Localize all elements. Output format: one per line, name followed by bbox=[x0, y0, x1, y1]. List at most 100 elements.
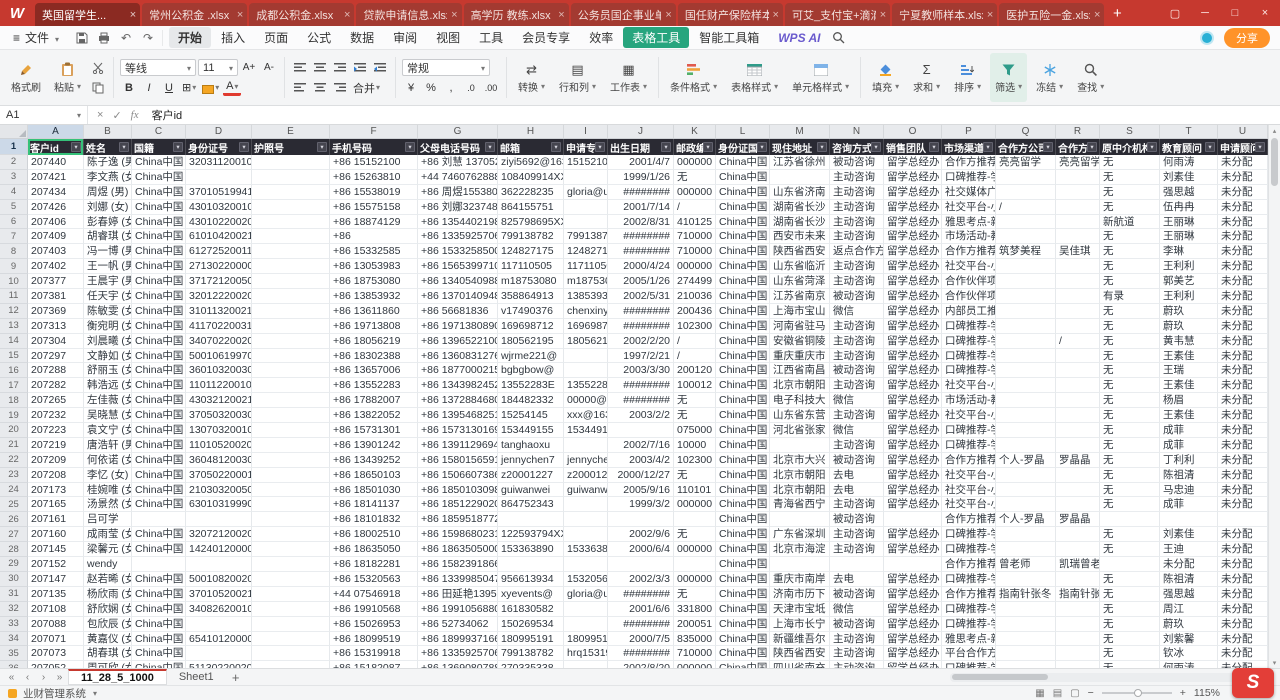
cell[interactable] bbox=[564, 661, 608, 668]
cell[interactable]: 430102200208315525 bbox=[186, 215, 252, 230]
cell[interactable] bbox=[186, 512, 252, 527]
cell[interactable]: 刘娜 (女) bbox=[84, 200, 132, 215]
cell[interactable]: 山东省济南 bbox=[770, 185, 830, 200]
cell[interactable]: 合作方推荐 bbox=[942, 587, 996, 602]
cell[interactable]: China中国 bbox=[716, 304, 770, 319]
cell[interactable]: China中国 bbox=[716, 215, 770, 230]
cell[interactable]: 北京市大兴 bbox=[770, 453, 830, 468]
cell[interactable]: tanghaoxu bbox=[498, 438, 564, 453]
cell[interactable]: / bbox=[674, 349, 716, 364]
cell[interactable]: 207073 bbox=[28, 646, 84, 661]
cell[interactable] bbox=[252, 319, 330, 334]
cell[interactable] bbox=[996, 185, 1056, 200]
freeze-button[interactable]: 冻结 bbox=[1031, 53, 1068, 102]
cell[interactable]: 四川省南充 bbox=[770, 661, 830, 668]
cell[interactable]: 蔚玖 bbox=[1160, 617, 1218, 632]
cell[interactable]: 李琳 bbox=[1160, 244, 1218, 259]
cell[interactable]: 799138782 bbox=[498, 229, 564, 244]
column-header-O[interactable]: O bbox=[884, 125, 942, 138]
cell[interactable]: China中国 bbox=[132, 646, 186, 661]
cell[interactable]: jennychen7 bbox=[564, 453, 608, 468]
cell[interactable]: China中国 bbox=[132, 483, 186, 498]
cell[interactable]: 微信 bbox=[830, 602, 884, 617]
cell[interactable] bbox=[1160, 512, 1218, 527]
cell[interactable]: 207088 bbox=[28, 617, 84, 632]
cell[interactable] bbox=[564, 363, 608, 378]
vertical-scroll-track[interactable] bbox=[1269, 136, 1280, 657]
cell[interactable]: 主动咨询 bbox=[830, 319, 884, 334]
cell[interactable]: +86 15182087 bbox=[330, 661, 418, 668]
cell[interactable]: 835000 bbox=[674, 632, 716, 647]
cell[interactable]: 留学总经办 bbox=[884, 274, 942, 289]
cell[interactable]: 王素佳 bbox=[1160, 349, 1218, 364]
cell[interactable]: +86 17882007 bbox=[330, 393, 418, 408]
cell[interactable]: 799138782 bbox=[498, 646, 564, 661]
cell[interactable]: 周煜 (男) bbox=[84, 185, 132, 200]
column-header-B[interactable]: B bbox=[84, 125, 132, 138]
tab-公式[interactable]: 公式 bbox=[298, 27, 340, 48]
cell[interactable]: 000000 bbox=[674, 185, 716, 200]
row-number[interactable]: 8 bbox=[0, 244, 28, 259]
cell[interactable]: 被动咨询 bbox=[830, 155, 884, 170]
cell[interactable]: 未分配 bbox=[1218, 527, 1268, 542]
cell[interactable]: +86 1372884680 bbox=[418, 393, 498, 408]
cell[interactable]: 郭美艺 bbox=[1160, 274, 1218, 289]
cell[interactable]: 合作方推荐 bbox=[942, 557, 996, 572]
cell[interactable] bbox=[996, 527, 1056, 542]
filter-dropdown-button[interactable]: ▾ bbox=[595, 142, 605, 152]
cell[interactable] bbox=[674, 512, 716, 527]
file-tab[interactable]: 成都公积金.xlsx× bbox=[249, 3, 354, 26]
cell[interactable]: 110101 bbox=[674, 483, 716, 498]
cell[interactable]: 无 bbox=[1100, 393, 1160, 408]
cell[interactable]: 000000 bbox=[674, 155, 716, 170]
cell[interactable]: 15254145 bbox=[498, 408, 564, 423]
cell[interactable]: 陕西省西安 bbox=[770, 244, 830, 259]
cell[interactable]: 合作方推荐 bbox=[942, 155, 996, 170]
close-tab-icon[interactable]: × bbox=[344, 9, 350, 21]
cell[interactable]: 未分配 bbox=[1218, 170, 1268, 185]
prev-sheet-icon[interactable]: ‹ bbox=[20, 669, 35, 685]
cell[interactable]: 207369 bbox=[28, 304, 84, 319]
row-number[interactable]: 7 bbox=[0, 229, 28, 244]
cell[interactable]: +86 15026953 bbox=[330, 617, 418, 632]
header-cell[interactable]: 原中介机构▾ bbox=[1100, 139, 1160, 155]
cell[interactable]: / bbox=[674, 200, 716, 215]
cell[interactable] bbox=[1056, 304, 1100, 319]
cell[interactable] bbox=[996, 393, 1056, 408]
cell[interactable]: 2000/12/27 bbox=[608, 468, 674, 483]
cell[interactable] bbox=[252, 468, 330, 483]
cell[interactable]: ######## bbox=[608, 185, 674, 200]
cell[interactable]: 153449155 bbox=[498, 423, 564, 438]
cell[interactable]: +86 18182281 bbox=[330, 557, 418, 572]
redo-icon[interactable]: ↷ bbox=[140, 30, 156, 46]
cell[interactable] bbox=[1100, 512, 1160, 527]
cell[interactable] bbox=[996, 259, 1056, 274]
cell[interactable] bbox=[564, 512, 608, 527]
filter-dropdown-button[interactable]: ▾ bbox=[71, 142, 81, 152]
filter-dropdown-button[interactable]: ▾ bbox=[757, 142, 767, 152]
cell[interactable] bbox=[1056, 661, 1100, 668]
cell[interactable]: 口碑推荐-学 bbox=[942, 661, 996, 668]
cell[interactable]: 207173 bbox=[28, 483, 84, 498]
cell[interactable]: 任天宇 (女 bbox=[84, 289, 132, 304]
cell[interactable]: 强思越 bbox=[1160, 185, 1218, 200]
zoom-knob[interactable] bbox=[1134, 689, 1142, 697]
cell[interactable]: 主动咨询 bbox=[830, 438, 884, 453]
cell[interactable]: 衡宛明 (女 bbox=[84, 319, 132, 334]
cell[interactable]: 2002/2/20 bbox=[608, 334, 674, 349]
cell[interactable]: 270335338 bbox=[498, 661, 564, 668]
cell[interactable]: 何雨涛 bbox=[1160, 661, 1218, 668]
scroll-down-icon[interactable]: ▾ bbox=[1269, 657, 1280, 668]
cell[interactable]: 207219 bbox=[28, 438, 84, 453]
cell[interactable]: 362228235 bbox=[498, 185, 564, 200]
cell[interactable]: 117110505 bbox=[564, 259, 608, 274]
undo-icon[interactable]: ↶ bbox=[118, 30, 134, 46]
cell[interactable]: +86 1354402198 bbox=[418, 215, 498, 230]
cell[interactable]: 口碑推荐-学 bbox=[942, 572, 996, 587]
sum-button[interactable]: Σ 求和 bbox=[908, 53, 945, 102]
cell[interactable]: China中国 bbox=[716, 170, 770, 185]
row-number[interactable]: 32 bbox=[0, 602, 28, 617]
cell[interactable]: 王丽琳 bbox=[1160, 215, 1218, 230]
maximize-button[interactable]: □ bbox=[1220, 0, 1250, 26]
cell[interactable]: China中国 bbox=[132, 200, 186, 215]
